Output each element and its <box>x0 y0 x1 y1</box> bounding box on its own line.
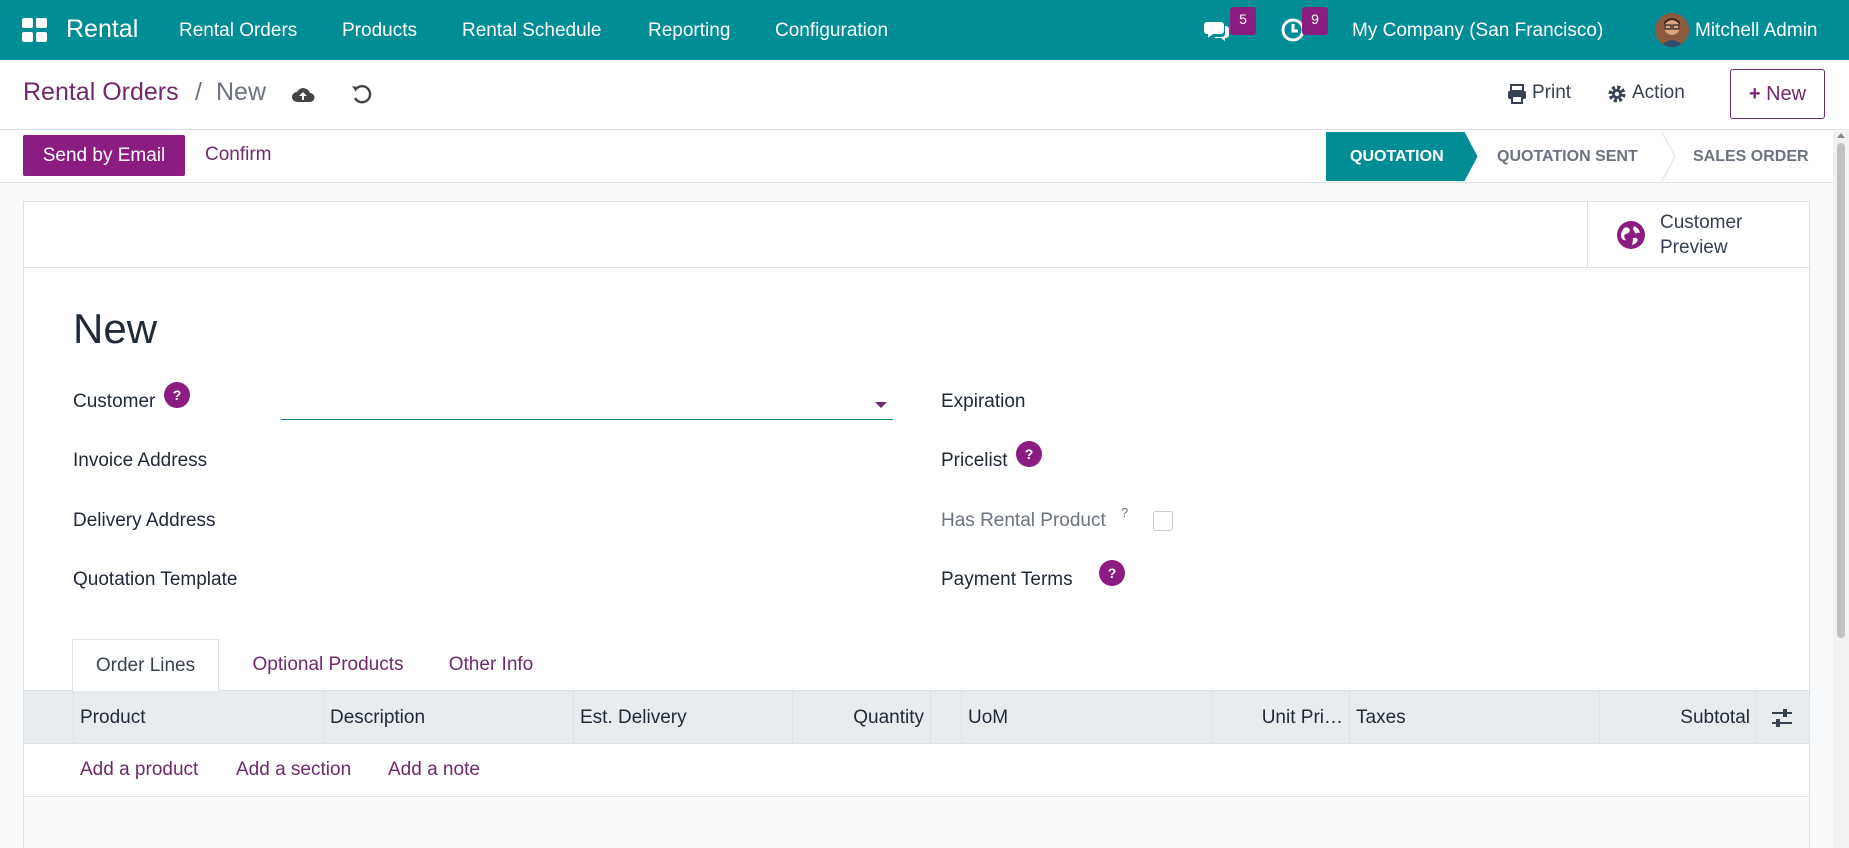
print-button[interactable]: Print <box>1532 82 1571 104</box>
column-product[interactable]: Product <box>73 691 323 745</box>
pricelist-label: Pricelist <box>941 450 1008 471</box>
record-title: New <box>73 305 158 352</box>
gear-icon[interactable] <box>1606 83 1628 105</box>
control-panel: Rental Orders / New Print Action + New <box>0 60 1849 130</box>
scrollbar-thumb[interactable] <box>1837 143 1845 638</box>
breadcrumb-parent[interactable]: Rental Orders <box>23 78 179 107</box>
order-lines-empty-area <box>24 797 1809 848</box>
has-rental-product-label: Has Rental Product <box>941 510 1106 531</box>
menu-rental-orders[interactable]: Rental Orders <box>179 20 297 42</box>
button-box: Customer Preview <box>24 202 1809 268</box>
pricelist-help-icon[interactable]: ? <box>1016 441 1042 467</box>
tab-order-lines[interactable]: Order Lines <box>72 639 219 691</box>
stage-quotation[interactable]: QUOTATION <box>1350 132 1444 181</box>
app-brand[interactable]: Rental <box>66 15 138 44</box>
customer-label: Customer <box>73 391 156 412</box>
main-navbar: Rental Rental Orders Products Rental Sch… <box>0 0 1849 60</box>
column-spacer <box>930 691 961 745</box>
column-quantity[interactable]: Quantity <box>792 691 930 745</box>
app-switcher-icon[interactable] <box>22 18 48 42</box>
payment-terms-help-icon[interactable]: ? <box>1099 560 1125 586</box>
column-description[interactable]: Description <box>323 691 573 745</box>
add-note-link[interactable]: Add a note <box>388 759 480 781</box>
new-label: New <box>1766 83 1807 105</box>
add-section-link[interactable]: Add a section <box>236 759 351 781</box>
has-rental-help-mark[interactable]: ? <box>1121 505 1128 520</box>
column-uom[interactable]: UoM <box>961 691 1211 745</box>
menu-products[interactable]: Products <box>342 20 417 42</box>
tab-optional-products[interactable]: Optional Products <box>239 639 417 691</box>
plus-icon: + <box>1748 83 1761 105</box>
discard-undo-icon[interactable] <box>349 82 375 108</box>
order-lines-header: Product Description Est. Delivery Quanti… <box>24 690 1809 745</box>
order-lines-add-row: Add a product Add a section Add a note <box>24 744 1809 797</box>
customer-input[interactable] <box>281 388 893 420</box>
customer-help-icon[interactable]: ? <box>164 382 190 408</box>
save-cloud-icon[interactable] <box>290 82 316 108</box>
tab-other-info[interactable]: Other Info <box>437 639 545 691</box>
menu-reporting[interactable]: Reporting <box>648 20 730 42</box>
customer-preview-button[interactable]: Customer Preview <box>1587 202 1809 268</box>
payment-terms-label: Payment Terms <box>941 569 1073 590</box>
form-sheet: Customer Preview New Customer ? Invoice … <box>23 201 1810 848</box>
column-subtotal[interactable]: Subtotal <box>1599 691 1756 745</box>
stage-sales-order[interactable]: SALES ORDER <box>1693 132 1809 181</box>
expiration-label: Expiration <box>941 391 1026 412</box>
activities-count-badge: 9 <box>1302 7 1328 35</box>
delivery-address-label: Delivery Address <box>73 510 216 531</box>
stage-quotation-sent[interactable]: QUOTATION SENT <box>1497 132 1638 181</box>
preview-label-line2: Preview <box>1660 237 1728 258</box>
scroll-up-arrow-icon[interactable] <box>1837 133 1845 138</box>
add-product-link[interactable]: Add a product <box>80 759 198 781</box>
menu-rental-schedule[interactable]: Rental Schedule <box>462 20 601 42</box>
has-rental-product-checkbox[interactable] <box>1153 511 1173 531</box>
breadcrumb-separator: / <box>195 78 202 106</box>
optional-columns-toggle[interactable] <box>1756 691 1809 745</box>
column-est-delivery[interactable]: Est. Delivery <box>573 691 792 745</box>
messages-count-badge: 5 <box>1230 7 1256 35</box>
breadcrumb-current: New <box>216 78 267 106</box>
column-taxes[interactable]: Taxes <box>1349 691 1599 745</box>
preview-label-line1: Customer <box>1660 212 1743 233</box>
page-scrollbar[interactable] <box>1833 131 1849 848</box>
globe-icon <box>1617 221 1645 249</box>
user-menu[interactable]: Mitchell Admin <box>1695 20 1818 42</box>
user-avatar[interactable] <box>1655 13 1689 47</box>
menu-configuration[interactable]: Configuration <box>775 20 888 42</box>
confirm-button[interactable]: Confirm <box>205 144 272 166</box>
print-icon[interactable] <box>1506 83 1528 105</box>
quotation-template-label: Quotation Template <box>73 569 238 590</box>
company-switcher[interactable]: My Company (San Francisco) <box>1352 20 1603 42</box>
new-record-button[interactable]: + New <box>1730 69 1825 119</box>
column-unit-price[interactable]: Unit Pri… <box>1211 691 1349 745</box>
caret-down-icon[interactable] <box>875 402 887 408</box>
invoice-address-label: Invoice Address <box>73 450 208 471</box>
sliders-icon <box>1772 709 1792 727</box>
form-statusbar: Send by Email Confirm QUOTATION QUOTATIO… <box>0 131 1849 183</box>
messages-icon[interactable] <box>1203 16 1231 44</box>
action-button[interactable]: Action <box>1632 82 1685 104</box>
send-by-email-button[interactable]: Send by Email <box>23 135 185 176</box>
